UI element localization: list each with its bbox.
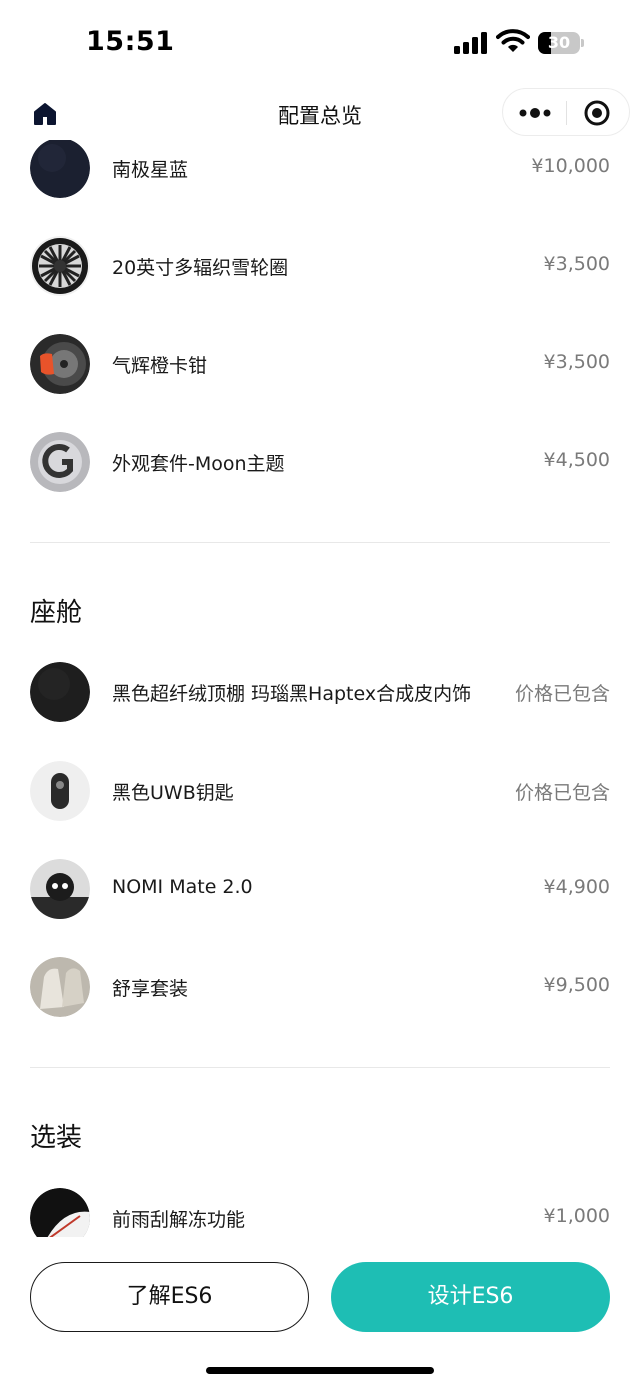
wiper-defrost-thumbnail — [30, 1188, 90, 1237]
learn-es6-button[interactable]: 了解ES6 — [30, 1262, 309, 1332]
list-item[interactable]: 气辉橙卡钳 ¥3,500 — [0, 334, 640, 396]
list-item[interactable]: 南极星蓝 ¥10,000 — [0, 140, 640, 200]
bottom-action-bar: 了解ES6 设计ES6 — [0, 1237, 640, 1387]
interior-material-thumbnail — [30, 662, 90, 722]
cellular-signal-icon — [454, 32, 488, 54]
item-price: 价格已包含 — [514, 782, 610, 804]
exterior-kit-thumbnail — [30, 432, 90, 492]
item-name: 黑色超纤绒顶棚 玛瑙黑Haptex合成皮内饰 — [112, 683, 472, 705]
item-name: NOMI Mate 2.0 — [112, 876, 253, 898]
more-icon[interactable] — [519, 103, 551, 123]
list-item[interactable]: 黑色UWB钥匙 价格已包含 — [0, 761, 640, 823]
item-price: ¥4,900 — [543, 876, 610, 898]
capsule-divider — [566, 101, 567, 125]
section-divider — [30, 542, 610, 543]
item-name: 黑色UWB钥匙 — [112, 782, 234, 804]
home-indicator — [206, 1367, 434, 1374]
color-swatch-thumbnail — [30, 140, 90, 198]
list-item[interactable]: 20英寸多辐织雪轮圈 ¥3,500 — [0, 236, 640, 298]
item-price: ¥3,500 — [543, 253, 610, 275]
comfort-package-thumbnail — [30, 957, 90, 1017]
item-price: 价格已包含 — [514, 683, 610, 705]
section-divider — [30, 1067, 610, 1068]
section-title-options: 选装 — [30, 1123, 83, 1153]
list-item[interactable]: 黑色超纤绒顶棚 玛瑙黑Haptex合成皮内饰 价格已包含 — [0, 662, 640, 724]
item-price: ¥10,000 — [531, 155, 610, 177]
item-name: 外观套件-Moon主题 — [112, 453, 285, 475]
item-name: 前雨刮解冻功能 — [112, 1209, 246, 1231]
status-time: 15:51 — [86, 26, 175, 57]
design-es6-button[interactable]: 设计ES6 — [331, 1262, 610, 1332]
battery-icon: 30 — [538, 32, 580, 54]
battery-level: 30 — [547, 33, 571, 52]
section-title-cabin: 座舱 — [30, 598, 83, 628]
nomi-mate-thumbnail — [30, 859, 90, 919]
item-price: ¥4,500 — [543, 449, 610, 471]
status-bar: 15:51 30 — [0, 0, 640, 88]
list-item[interactable]: 舒享套装 ¥9,500 — [0, 957, 640, 1019]
item-price: ¥9,500 — [543, 974, 610, 996]
wifi-icon — [496, 29, 530, 52]
list-item[interactable]: 前雨刮解冻功能 ¥1,000 — [0, 1188, 640, 1237]
item-name: 气辉橙卡钳 — [112, 355, 208, 377]
brake-caliper-thumbnail — [30, 334, 90, 394]
item-name: 舒享套装 — [112, 978, 189, 1000]
item-name: 南极星蓝 — [112, 159, 189, 181]
close-mini-program-icon[interactable] — [583, 99, 611, 127]
wheel-thumbnail — [30, 236, 90, 296]
item-price: ¥1,000 — [543, 1205, 610, 1227]
mini-program-capsule — [502, 88, 630, 136]
item-price: ¥3,500 — [543, 351, 610, 373]
item-name: 20英寸多辐织雪轮圈 — [112, 257, 289, 279]
list-item[interactable]: NOMI Mate 2.0 ¥4,900 — [0, 859, 640, 921]
list-item[interactable]: 外观套件-Moon主题 ¥4,500 — [0, 432, 640, 494]
config-list[interactable]: 南极星蓝 ¥10,000 20英寸多辐织雪轮圈 ¥3,500 气辉橙卡钳 ¥3,… — [0, 140, 640, 1237]
uwb-key-thumbnail — [30, 761, 90, 821]
nav-bar: 配置总览 — [0, 88, 640, 140]
battery-cap — [581, 39, 584, 47]
